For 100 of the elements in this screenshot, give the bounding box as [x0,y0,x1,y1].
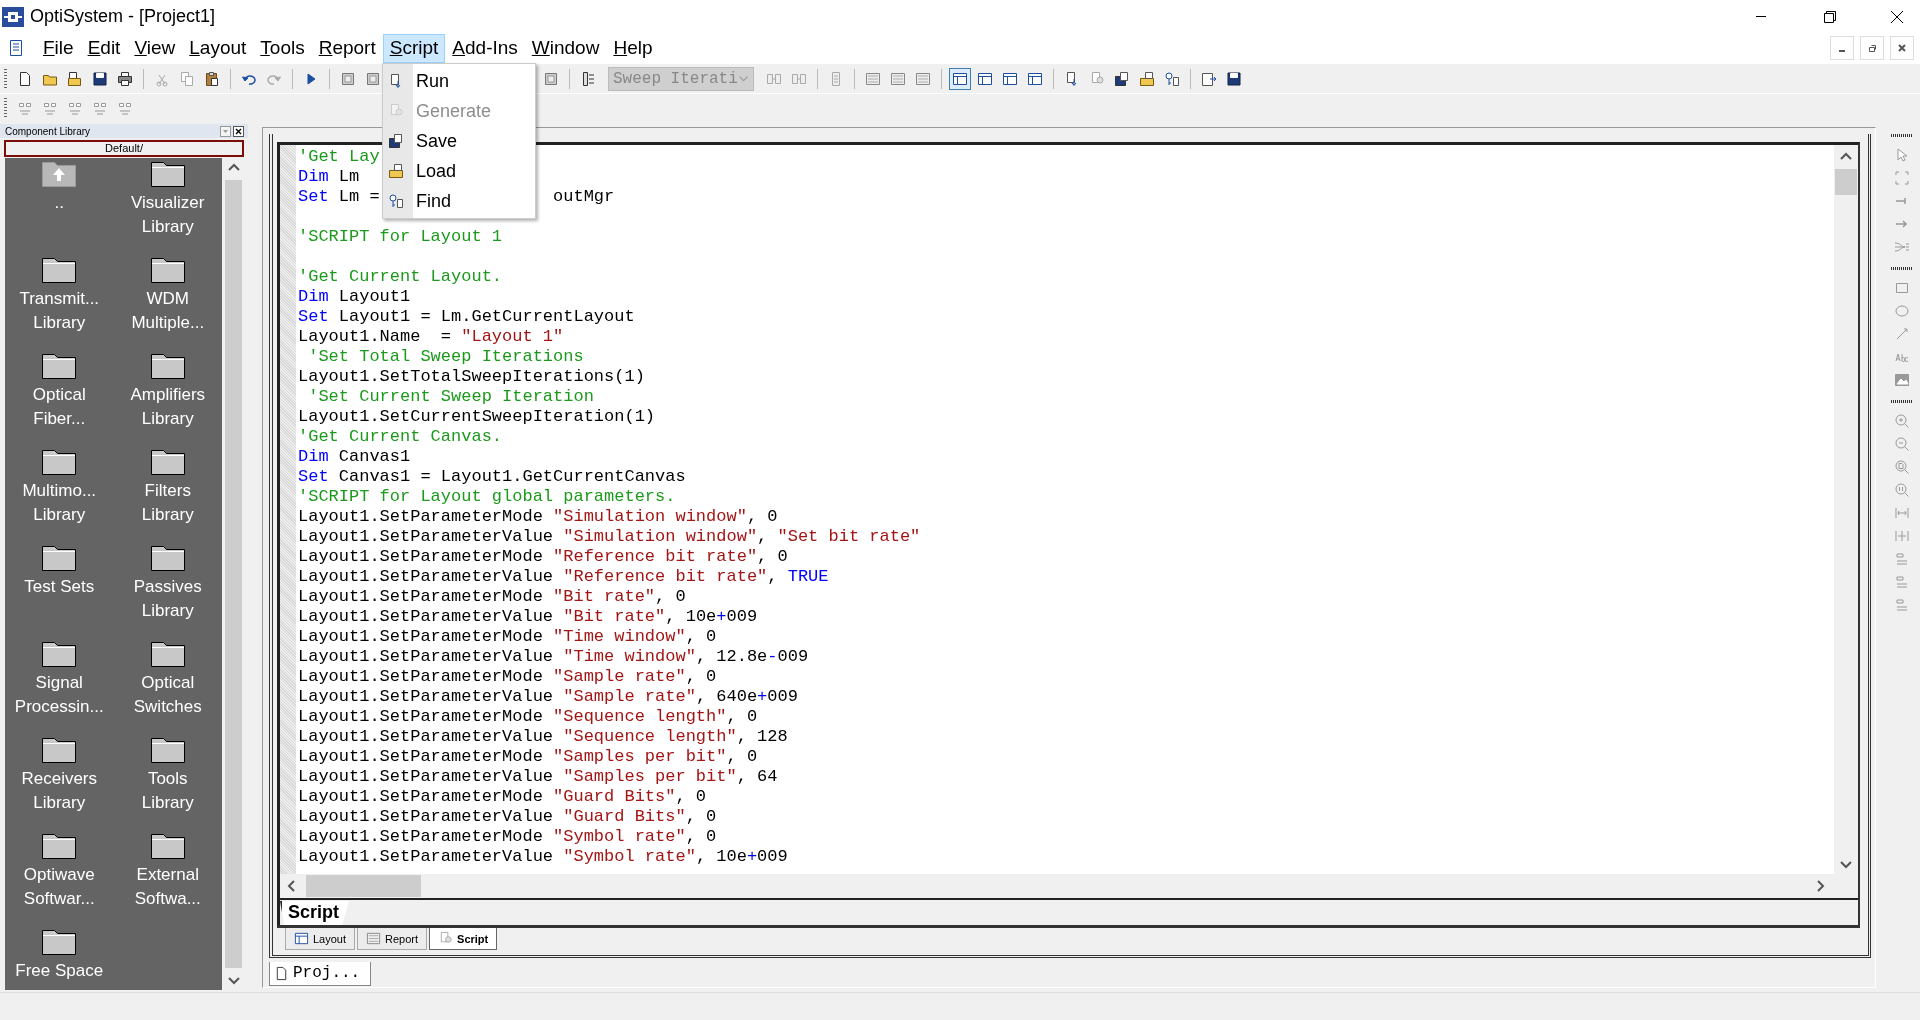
library-item-label[interactable]: Amplifiers Library [130,383,206,431]
code-line: Layout1.SetParameterMode "Time window", 0 [298,627,717,647]
print-icon [117,70,133,87]
library-item-label[interactable]: Free Space [15,959,104,983]
library-item-label[interactable]: Signal Processin... [14,671,104,719]
save-icon [1226,70,1242,87]
code-line: Layout1.SetParameterValue "Time window", 12.8e-009 [298,647,809,667]
grid-icon [340,70,356,87]
editor-tab[interactable]: Script [280,901,349,925]
library-item-label[interactable]: Filters Library [141,479,194,527]
library-item-label[interactable]: WDM Multiple... [131,287,205,335]
library-item-label[interactable]: .. [54,191,64,215]
code-line: Dim Canvas1 [298,447,411,467]
code-line: Layout1.SetParameterMode "Symbol rate", 0 [298,827,717,847]
code-fragment: outMgr [553,187,615,207]
code-line: Set Lm = [298,187,380,207]
menu-item[interactable]: Edit [80,33,128,63]
menu-item[interactable]: Help [606,33,660,63]
code-line: Layout1.SetTotalSweepIterations(1) [298,367,645,387]
code-line: Layout1.SetParameterValue "Simulation window", "Set bit rate" [298,527,921,547]
menu-item[interactable]: Report [311,33,383,63]
project-tab[interactable]: Proj... [269,962,372,986]
zoom-page-icon [1894,459,1910,475]
code-line: Dim Lm [298,167,360,187]
window-frame-button[interactable] [949,67,971,90]
panel-title: Component Library [5,125,91,137]
script-save-icon [1114,70,1130,87]
rectangle-icon [1894,280,1910,296]
panel-icon [865,70,881,87]
library-item-label[interactable]: Receivers Library [21,767,98,815]
menu-item[interactable]: Run [383,66,535,96]
library-item-label[interactable]: Optiwave Softwar... [23,863,95,911]
library-path-field[interactable]: Default/ [4,140,244,157]
script-icon [438,931,454,946]
scrollbar-thumb[interactable] [306,875,421,897]
pointer-icon [1894,147,1910,163]
close-icon[interactable] [233,125,244,137]
view-tab[interactable]: Script [429,928,498,950]
menu-item[interactable]: Window [524,33,607,63]
zoom-in-icon [1894,413,1910,429]
code-line: 'SCRIPT for Layout 1 [298,227,503,247]
menu-item[interactable]: Script [382,33,446,63]
library-item-label[interactable]: Multimo... Library [22,479,97,527]
table-icon [366,931,382,946]
menu-item[interactable]: View [127,33,183,63]
code-line: Dim Layout1 [298,287,411,307]
code-line: 'Set Current Sweep Iteration [307,387,594,407]
folder-icon [388,163,404,179]
export-icon [1201,70,1217,87]
panel-icon [890,70,906,87]
zoom-out-icon [1894,436,1910,452]
menu-item[interactable]: Layout [182,33,254,63]
save-icon [92,70,108,87]
library-item-label[interactable]: Visualizer Library [131,191,205,239]
library-item-label[interactable]: Tools Library [141,767,194,815]
paste-icon [204,70,220,87]
code-line: Set Layout1 = Lm.GetCurrentLayout [298,307,635,327]
menu-item[interactable]: Save [383,126,535,156]
restore-icon[interactable] [1860,36,1884,60]
library-item-label[interactable]: Test Sets [24,575,95,599]
code-line: Layout1.SetParameterMode "Guard Bits", 0 [298,787,707,807]
script-generate-icon [388,103,404,119]
zoom-actual-icon [1894,482,1910,498]
menu-item[interactable]: Find [383,186,535,216]
library-item-label[interactable]: Transmit... Library [19,287,100,335]
line-icon [1894,326,1910,342]
scrollbar-thumb[interactable] [225,180,242,968]
menu-item[interactable]: Tools [253,33,312,63]
menu-item[interactable]: Load [383,156,535,186]
code-line: 'Get Current Canvas. [298,427,503,447]
menu-item[interactable]: File [36,33,81,63]
script-load-icon [1139,70,1155,87]
window-frame-icon [294,931,309,946]
script-generate-icon [1089,70,1105,87]
code-line: Layout1.SetParameterValue "Samples per bit", 64 [298,767,778,787]
library-item-label[interactable]: Optical Switches [133,671,202,719]
stack-icon [1894,574,1910,590]
view-tab[interactable]: Layout [285,928,356,950]
sweep-icon [580,70,596,87]
library-item-label[interactable]: External Softwa... [134,863,201,911]
new-document-icon [17,70,33,87]
spread-icon [1894,505,1910,521]
scrollbar-thumb[interactable] [1835,169,1857,195]
stack-icon [1894,551,1910,567]
code-line: Layout1.SetParameterValue "Guard Bits", 0 [298,807,717,827]
panel-icon [915,70,931,87]
window-frame-icon [977,70,993,87]
code-line: Layout1.SetParameterMode "Reference bit rate", 0 [298,547,788,567]
library-item-label[interactable]: Optical Fiber... [32,383,86,431]
copy-icon [179,70,195,87]
menu-item[interactable]: Add-Ins [445,33,525,63]
code-line: Layout1.SetParameterMode "Simulation window", 0 [298,507,778,527]
library-item-label[interactable]: Passives Library [133,575,202,623]
code-line: Layout1.SetParameterValue "Sequence length", 128 [298,727,788,747]
code-line: Layout1.SetParameterValue "Bit rate", 10e+009 [298,607,758,627]
selection-frame-icon [1894,170,1910,186]
find-icon [388,193,404,209]
code-line: 'Get Lay [298,147,380,167]
code-line: Layout1.Name = "Layout 1" [298,327,564,347]
view-tab[interactable]: Report [357,928,428,950]
